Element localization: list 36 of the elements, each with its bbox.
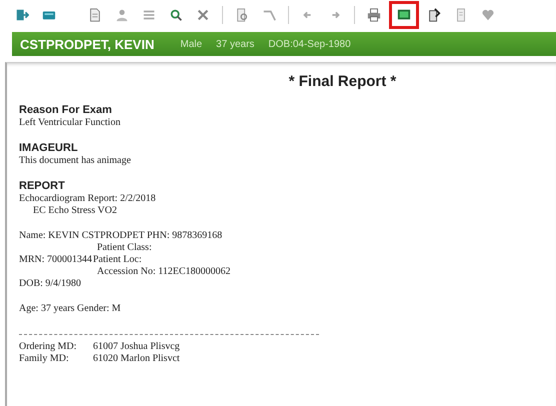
person-icon <box>115 8 129 22</box>
report-text: EC Echo Stress VO2 <box>32 205 118 217</box>
report-text: This document has animage <box>19 155 132 167</box>
toolbar-button[interactable] <box>389 1 419 29</box>
report-text: Name: KEVIN CSTPRODPET PHN: 9878369168 <box>19 230 224 242</box>
exit-icon <box>15 8 29 22</box>
report-text: Patient Class: <box>96 242 153 254</box>
section-heading: REPORT <box>19 180 66 193</box>
document-icon <box>88 8 102 22</box>
page-icon <box>454 8 468 22</box>
printer-icon <box>367 8 381 22</box>
report-text: Left Ventricular Function <box>19 117 122 129</box>
section-heading: IMAGEURL <box>19 142 79 155</box>
patient-detail: Male <box>180 38 202 50</box>
heart-icon <box>481 8 495 22</box>
report-text: Age: 37 years Gender: M <box>19 303 122 315</box>
report-text: Accession No: 112EC180000062 <box>96 266 232 278</box>
patient-detail: 37 years <box>216 38 254 50</box>
field-value: 61020 Marlon Plisvct <box>93 353 180 365</box>
field-value: Patient Loc: <box>93 254 142 266</box>
field-label: Family MD: <box>19 353 70 365</box>
preview-icon <box>235 8 249 22</box>
search-icon <box>169 8 183 22</box>
report-text: Echocardiogram Report: 2/2/2018 <box>19 193 157 205</box>
monitor-icon <box>397 8 411 22</box>
close-icon <box>196 8 210 22</box>
patient-detail: DOB:04-Sep-1980 <box>268 38 351 50</box>
section-heading: Reason For Exam <box>19 104 113 117</box>
field-value: 61007 Joshua Plisvcg <box>93 341 180 353</box>
clipboard-icon <box>427 8 441 22</box>
field-label: MRN: 700001344 <box>19 254 93 266</box>
patient-name: CSTPRODPET, KEVIN <box>20 36 154 52</box>
field-label: Ordering MD: <box>19 341 78 353</box>
report-title: * Final Report * <box>288 73 398 90</box>
list-icon <box>142 8 156 22</box>
report-text: DOB: 9/4/1980 <box>19 278 82 290</box>
